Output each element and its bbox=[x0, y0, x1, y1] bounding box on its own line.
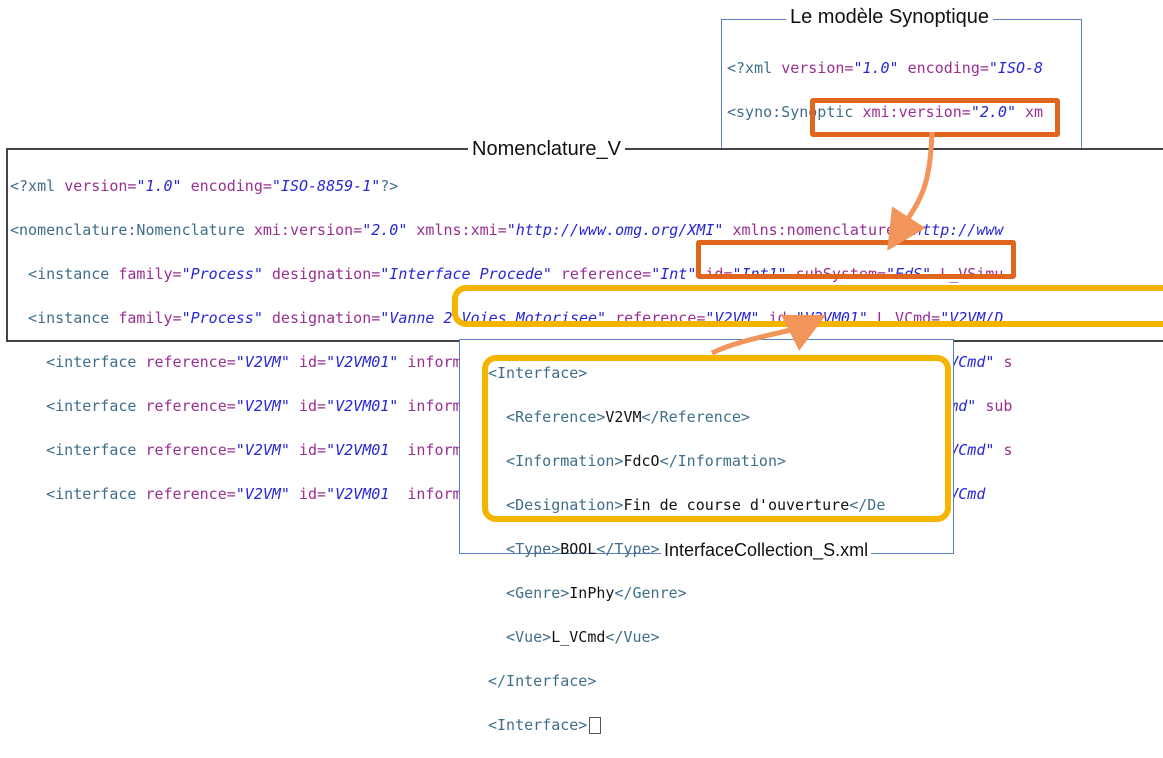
synoptique-line-1: <?xml version="1.0" encoding="ISO-8 bbox=[727, 59, 1044, 77]
interface-collection-title: InterfaceCollection_S.xml bbox=[661, 540, 872, 561]
synoptique-highlight bbox=[810, 98, 1060, 137]
ic-line-9: <Interface> bbox=[488, 714, 950, 736]
ic-line-8: </Interface> bbox=[488, 672, 597, 690]
synoptique-title: Le modèle Synoptique bbox=[786, 6, 994, 29]
nomenclature-info-highlight bbox=[452, 285, 1163, 327]
nomenclature-line-2: <nomenclature:Nomenclature xmi:version="… bbox=[10, 221, 1004, 239]
nomenclature-reference-highlight bbox=[696, 240, 1016, 279]
interface-collection-highlight bbox=[482, 355, 951, 522]
ic-line-7: <Vue>L_VCmd</Vue> bbox=[488, 628, 660, 646]
nomenclature-line-1: <?xml version="1.0" encoding="ISO-8859-1… bbox=[10, 177, 399, 195]
ic-line-6: <Genre>InPhy</Genre> bbox=[488, 584, 687, 602]
nomenclature-title: Nomenclature_V bbox=[468, 138, 625, 161]
